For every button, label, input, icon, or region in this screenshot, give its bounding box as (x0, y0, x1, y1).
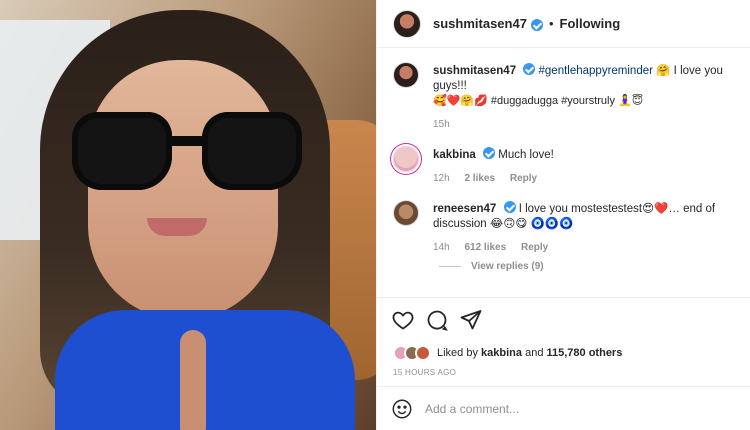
liker-avatars (393, 345, 431, 361)
commenter-avatar[interactable] (393, 146, 419, 172)
add-comment-placeholder: Add a comment... (425, 401, 520, 416)
comment-icon[interactable] (425, 308, 449, 332)
verified-badge-icon (503, 201, 516, 213)
add-comment-field[interactable]: Add a comment... (377, 386, 750, 430)
caption-text-line2: 🥰❤️🤗💋 #duggadugga #yourstruly 🧘‍♀️😇 (433, 95, 644, 107)
reply-button[interactable]: Reply (521, 242, 548, 253)
commenter-username[interactable]: kakbina (433, 149, 476, 161)
post-header: sushmitasen47 • Following (377, 0, 750, 48)
sunglasses (72, 112, 302, 192)
caption: sushmitasen47 #gentlehappyreminder 🤗 I l… (393, 62, 734, 132)
liked-by-mid: and (525, 347, 544, 359)
post-footer: Liked by kakbina and 115,780 others 15 H… (377, 297, 750, 430)
view-replies-button[interactable]: View replies (9) (439, 261, 734, 272)
author-avatar[interactable] (393, 9, 421, 38)
heart-icon[interactable] (391, 308, 415, 332)
caption-avatar[interactable] (393, 62, 419, 88)
comment-item: kakbina Much love! 12h 2 likes Reply (393, 146, 734, 186)
separator-dot: • (548, 16, 554, 31)
verified-badge-icon (523, 63, 536, 75)
divider (439, 266, 461, 267)
liked-by-others[interactable]: 115,780 others (547, 347, 623, 359)
post-detail-panel: sushmitasen47 • Following sushmitasen47 … (376, 0, 750, 430)
hashtag-link[interactable]: #gentlehappyreminder (539, 65, 653, 77)
reply-button[interactable]: Reply (510, 173, 537, 184)
liked-by-prefix: Liked by (437, 347, 478, 359)
liked-by-user[interactable]: kakbina (481, 347, 522, 359)
caption-username[interactable]: sushmitasen47 (433, 65, 516, 77)
comment-likes[interactable]: 612 likes (464, 242, 506, 253)
post-timestamp: 15 HOURS AGO (393, 368, 457, 377)
author-username[interactable]: sushmitasen47 (433, 16, 527, 31)
comment-likes[interactable]: 2 likes (464, 173, 495, 184)
comment-item: reneesen47 I love you mostestestest😍❤️… … (393, 200, 734, 255)
emoji-icon[interactable] (391, 398, 413, 420)
view-replies-label: View replies (9) (471, 261, 544, 272)
smile (147, 218, 207, 236)
comments-section: sushmitasen47 #gentlehappyreminder 🤗 I l… (377, 48, 750, 272)
post-photo[interactable] (0, 0, 376, 430)
comment-time: 14h (433, 242, 450, 253)
commenter-avatar[interactable] (393, 200, 419, 226)
verified-badge-icon (530, 18, 543, 31)
comment-text: Much love! (498, 149, 554, 161)
neckline (180, 330, 206, 430)
action-bar (377, 298, 750, 342)
comment-time: 12h (433, 173, 450, 184)
caption-time: 15h (433, 119, 450, 130)
following-button[interactable]: Following (560, 16, 621, 31)
verified-badge-icon (483, 147, 496, 159)
share-icon[interactable] (459, 308, 483, 332)
commenter-username[interactable]: reneesen47 (433, 203, 496, 215)
likes-summary[interactable]: Liked by kakbina and 115,780 others (377, 342, 750, 364)
